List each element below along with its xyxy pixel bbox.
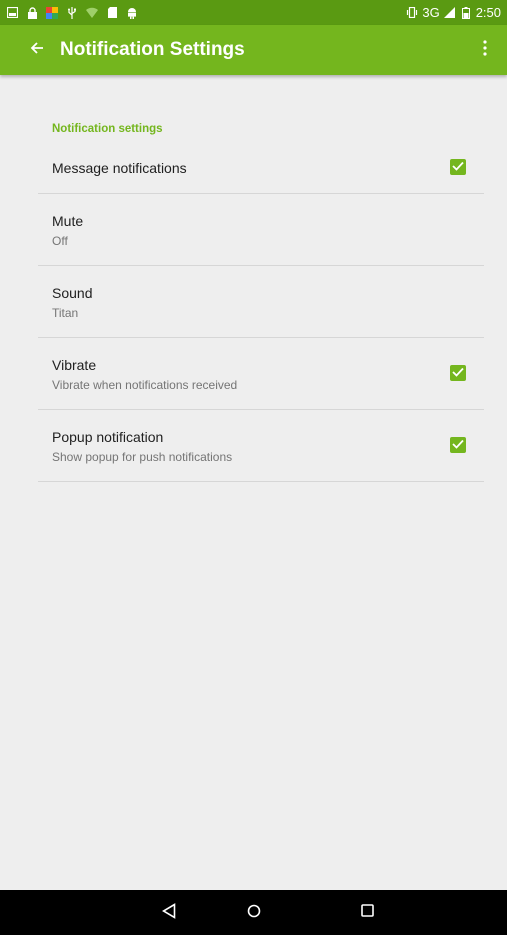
battery-icon xyxy=(460,6,472,19)
pref-summary: Show popup for push notifications xyxy=(52,450,233,464)
photos-icon xyxy=(46,6,58,19)
pref-title: Mute xyxy=(52,213,84,229)
usb-icon xyxy=(66,6,78,19)
wifi-icon xyxy=(86,7,98,19)
pref-sound[interactable]: Sound Titan xyxy=(38,265,484,338)
page-title: Notification Settings xyxy=(60,39,245,60)
home-circle-icon xyxy=(247,904,261,923)
checkmark-icon xyxy=(452,158,464,176)
message-notifications-checkbox[interactable] xyxy=(450,159,466,175)
status-time: 2:50 xyxy=(475,5,501,20)
overflow-menu-button[interactable] xyxy=(475,35,495,65)
back-triangle-icon xyxy=(161,902,176,924)
back-button[interactable] xyxy=(22,35,52,65)
pref-title: Message notifications xyxy=(52,160,187,176)
nav-home-button[interactable] xyxy=(241,900,267,926)
overflow-menu-icon xyxy=(483,39,487,61)
pref-mute[interactable]: Mute Off xyxy=(38,193,484,266)
vibrate-icon xyxy=(406,7,418,19)
pref-summary: Vibrate when notifications received xyxy=(52,378,238,392)
lock-icon xyxy=(26,6,38,19)
section-header: Notification settings xyxy=(52,123,163,135)
pref-summary: Off xyxy=(52,234,68,248)
status-left-icons xyxy=(0,6,138,19)
android-icon xyxy=(126,7,138,19)
back-arrow-icon xyxy=(30,41,44,60)
nav-back-button[interactable] xyxy=(156,900,182,926)
popup-notification-checkbox[interactable] xyxy=(450,437,466,453)
pref-title: Vibrate xyxy=(52,357,97,373)
pref-title: Sound xyxy=(52,285,93,301)
checkmark-icon xyxy=(452,436,464,454)
recents-square-icon xyxy=(360,904,374,922)
pref-popup-notification[interactable]: Popup notification Show popup for push n… xyxy=(38,409,484,482)
navigation-bar xyxy=(0,890,507,935)
network-type: 3G xyxy=(422,5,440,20)
pref-summary: Titan xyxy=(52,306,79,320)
sd-card-icon xyxy=(106,7,118,19)
pref-vibrate[interactable]: Vibrate Vibrate when notifications recei… xyxy=(38,337,484,410)
checkmark-icon xyxy=(452,364,464,382)
nav-recents-button[interactable] xyxy=(354,900,380,926)
vibrate-checkbox[interactable] xyxy=(450,365,466,381)
app-toolbar: Notification Settings xyxy=(0,25,507,75)
status-right-icons: 3G 2:50 xyxy=(406,5,507,20)
status-bar: 3G 2:50 xyxy=(0,0,507,25)
signal-icon xyxy=(444,7,456,19)
pref-message-notifications[interactable]: Message notifications xyxy=(38,141,484,194)
pref-title: Popup notification xyxy=(52,429,164,445)
image-icon xyxy=(6,7,18,19)
